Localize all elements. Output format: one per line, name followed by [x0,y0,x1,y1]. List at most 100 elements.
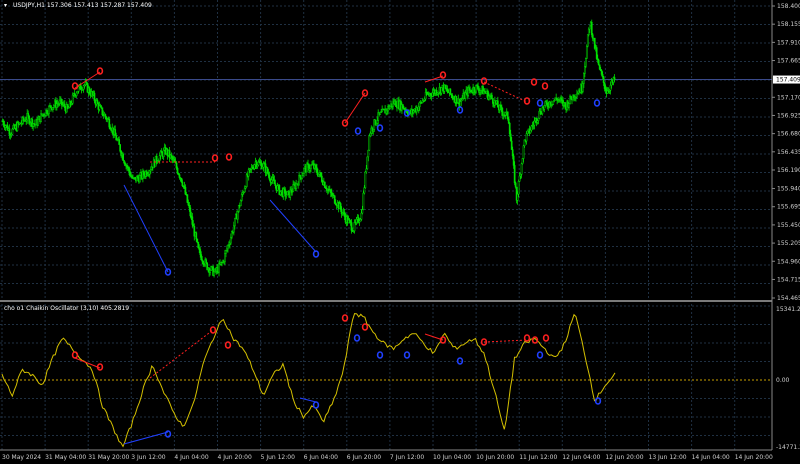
candle-body [122,153,124,161]
candle-body [366,156,369,170]
candle-body [395,100,397,107]
symbol-dropdown-icon[interactable]: ▾ [4,2,7,9]
candle-body [48,106,50,114]
candle-body [155,155,158,162]
candle-body [603,82,606,89]
candle-body [492,98,494,104]
candle-body [526,130,529,135]
candle-body [591,34,594,39]
candle-body [301,175,303,180]
candle-body [253,164,256,169]
candle-body [173,158,176,162]
candle-body [552,100,555,105]
price-tick-label: 155.205 [777,240,800,247]
candle-body [128,167,130,172]
candle-body [230,236,232,244]
candle-body [75,92,78,96]
candle-body [96,100,99,104]
candle-body [584,58,587,67]
candle-body [118,139,121,145]
candle-body [115,135,118,141]
candle-body [359,219,362,222]
candle-body [369,133,372,137]
candle-body [417,106,420,111]
candle-body [213,271,215,276]
candle-body [455,95,458,104]
candle-body [564,102,566,106]
candle-body [276,185,279,191]
candle-body [601,74,604,77]
candle-body [239,200,242,207]
time-tick-label: 10 Jun 20:00 [476,454,514,461]
candle-body [225,250,227,254]
candle-body [240,194,243,201]
candle-body [602,76,605,83]
candle-body [444,84,447,89]
candle-body [63,103,66,108]
candle-body [245,174,248,187]
candle-body [320,172,322,177]
candle-body [536,120,539,123]
candle-body [389,106,391,110]
time-tick-label: 13 Jun 12:00 [649,454,687,461]
candle-body [459,101,462,107]
candle-body [108,118,111,128]
candle-body [46,109,48,114]
price-tick-label: 158.400 [777,3,800,10]
chart-background [0,0,800,464]
candle-body [451,94,454,99]
time-tick-label: 3 Jun 12:00 [131,454,165,461]
candle-body [500,106,503,112]
candle-body [470,89,472,93]
candle-body [188,204,191,209]
candle-body [267,172,270,176]
candle-body [522,145,525,159]
candle-body [126,165,128,168]
candle-body [508,122,511,135]
price-tick-label: 155.695 [777,204,800,211]
candle-body [162,150,165,158]
candle-body [365,168,368,173]
candle-body [233,225,235,233]
candle-body [224,253,226,262]
candle-body [597,59,600,66]
price-tick-label: 156.925 [777,112,800,119]
candle-body [123,160,125,164]
time-tick-label: 14 Jun 04:00 [692,454,730,461]
time-tick-label: 4 Jun 20:00 [218,454,252,461]
candle-body [513,165,516,184]
candle-body [52,107,54,110]
candle-body [507,118,510,124]
time-tick-label: 14 Jun 20:00 [735,454,773,461]
candle-body [93,92,96,101]
candle-body [205,259,208,264]
candle-body [568,103,570,108]
candle-body [286,191,289,196]
candle-body [333,195,336,204]
candle-body [178,174,181,178]
candle-body [209,270,211,273]
candle-body [604,88,607,92]
candle-body [104,113,107,118]
time-tick-label: 31 May 04:00 [45,454,86,461]
candle-body [499,105,502,108]
candle-body [440,87,443,94]
candle-body [129,171,131,176]
candle-body [192,224,195,227]
trading-chart[interactable]: ▾ USDJPY,H1 157.306 157.413 157.287 157.… [0,0,800,464]
candle-body [582,83,584,92]
time-tick-label: 6 Jun 20:00 [347,454,381,461]
candle-body [186,194,189,203]
candle-body [236,211,239,220]
candle-body [537,117,540,121]
price-tick-label: 156.680 [777,131,800,138]
candle-body [139,175,141,183]
candle-body [543,105,546,110]
candle-body [431,92,434,97]
candle-body [302,173,304,177]
candle-body [279,191,282,195]
candle-body [343,211,346,217]
candle-body [520,163,523,175]
candle-body [58,99,61,104]
candle-body [473,87,475,92]
